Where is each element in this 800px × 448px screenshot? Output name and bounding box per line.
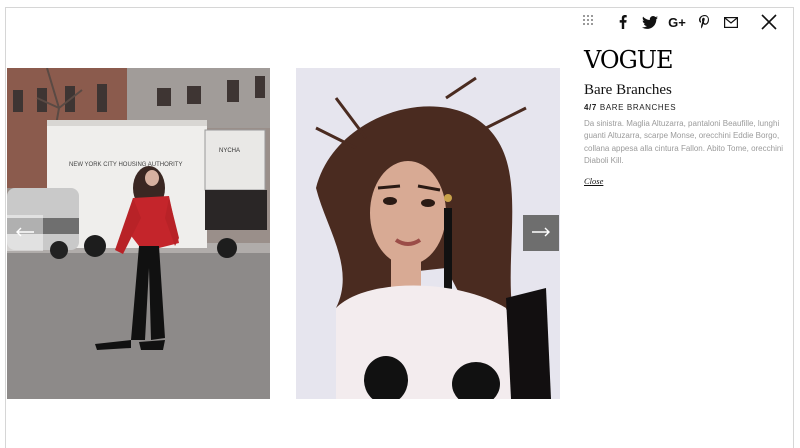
- vogue-logo[interactable]: VOGUE: [584, 46, 674, 74]
- arrow-right-icon: [531, 224, 551, 242]
- slide-counter: 4/7 BARE BRANCHES: [584, 102, 676, 114]
- gallery-title: Bare Branches: [584, 82, 672, 98]
- twitter-icon[interactable]: [641, 14, 659, 30]
- slide-counter-number: 4/7: [584, 103, 597, 112]
- google-plus-icon[interactable]: G+: [668, 14, 686, 30]
- next-arrow-button[interactable]: [523, 215, 559, 251]
- google-plus-label: G+: [668, 14, 686, 30]
- truck-plate: NYCHA: [219, 148, 240, 154]
- close-icon[interactable]: [759, 12, 779, 32]
- mail-icon[interactable]: [723, 14, 739, 30]
- previous-arrow-button[interactable]: [7, 215, 43, 251]
- arrow-left-icon: [15, 224, 35, 242]
- truck-text: NEW YORK CITY HOUSING AUTHORITY: [69, 162, 182, 168]
- pinterest-icon[interactable]: [697, 14, 711, 30]
- gallery-photo-street: NEW YORK CITY HOUSING AUTHORITY NYCHA: [7, 68, 270, 399]
- grid-icon[interactable]: [583, 15, 595, 27]
- close-link[interactable]: Close: [584, 176, 603, 186]
- gallery-photo-portrait: [296, 68, 560, 399]
- slide-counter-label: BARE BRANCHES: [599, 103, 677, 112]
- photo-caption: Da sinistra. Maglia Altuzarra, pantaloni…: [584, 119, 784, 166]
- facebook-icon[interactable]: [617, 14, 629, 30]
